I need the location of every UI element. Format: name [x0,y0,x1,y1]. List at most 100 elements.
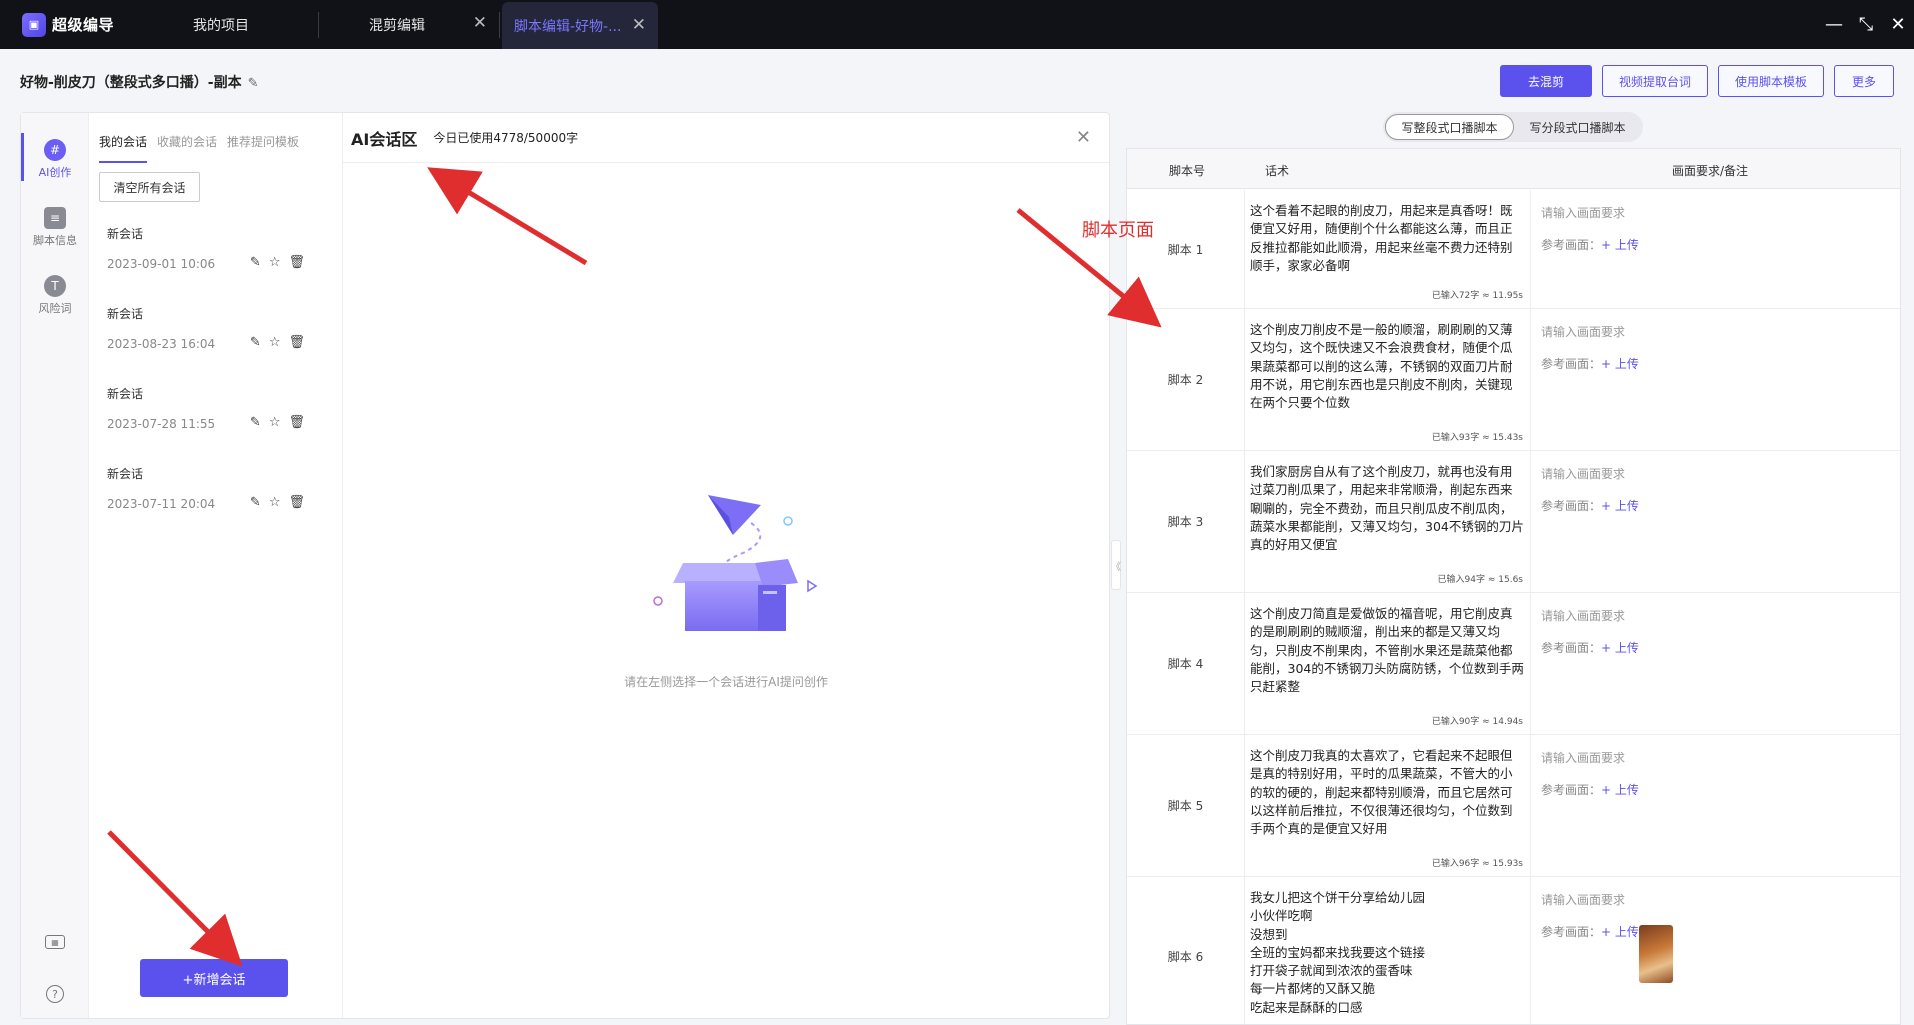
tab-script-edit[interactable]: 脚本编辑-好物-... ✕ [502,2,658,49]
reference-row: 参考画面：+ 上传 [1541,236,1639,253]
sidebar-item-label: AI创作 [38,166,72,179]
more-button[interactable]: 更多 [1834,65,1894,97]
star-icon[interactable]: ☆ [269,415,281,430]
sidebar-item-info[interactable]: ≡ 脚本信息 [21,207,89,248]
tab-favorite-conversations[interactable]: 收藏的会话 [157,133,217,163]
reference-row: 参考画面：+ 上传 [1541,781,1639,798]
script-number: 脚本 4 [1127,593,1245,734]
close-window-icon[interactable]: ✕ [1882,14,1914,35]
star-icon[interactable]: ☆ [269,335,281,350]
trash-icon[interactable]: 🗑 [288,255,305,270]
go-mix-button[interactable]: 去混剪 [1500,65,1592,97]
script-text-cell[interactable]: 这个削皮刀简直是爱做饭的福音呢，用它削皮真的是刷刷刷的贼顺溜，削出来的都是又薄又… [1245,593,1531,734]
script-text: 这个削皮刀削皮不是一般的顺溜，刷刷刷的又薄又均匀，这个既快速又不会浪费食材，随便… [1250,322,1513,411]
clear-conversations-button[interactable]: 清空所有会话 [99,172,200,202]
keyboard-button[interactable]: ▦ [21,935,89,952]
table-row: 脚本 5 这个削皮刀我真的太喜欢了，它看起来不起眼但是真的特别好用，平时的瓜果蔬… [1127,735,1900,877]
scene-requirement-input[interactable]: 请输入画面要求 [1541,607,1625,624]
close-chat-icon[interactable]: ✕ [1076,127,1091,148]
conversation-title: 新会话 [107,227,144,241]
scene-requirement-input[interactable]: 请输入画面要求 [1541,323,1625,340]
reference-label: 参考画面： [1541,499,1602,513]
empty-hint: 请在左侧选择一个会话进行AI提问创作 [624,675,828,689]
scene-requirement-input[interactable]: 请输入画面要求 [1541,465,1625,482]
conversation-item[interactable]: 新会话 2023-08-23 16:04 ✎ ☆ 🗑 [107,305,317,351]
script-number: 脚本 5 [1127,735,1245,876]
conversation-item[interactable]: 新会话 2023-07-28 11:55 ✎ ☆ 🗑 [107,385,317,431]
empty-box-illustration [653,495,818,631]
script-text-cell[interactable]: 这个削皮刀我真的太喜欢了，它看起来不起眼但是真的特别好用，平时的瓜果蔬菜，不管大… [1245,735,1531,876]
script-text-cell[interactable]: 我女儿把这个饼干分享给幼儿园 小伙伴吃啊 没想到 全班的宝妈都来找我要这个链接 … [1245,877,1531,1024]
document-title-text: 好物-削皮刀（整段式多口播）-副本 [20,75,242,91]
upload-link[interactable]: + 上传 [1601,641,1639,655]
edit-title-icon[interactable]: ✎ [248,76,259,91]
sidebar-item-ai[interactable]: # AI创作 [21,133,89,181]
new-conversation-button[interactable]: +新增会话 [140,959,288,997]
script-text: 我女儿把这个饼干分享给幼儿园 小伙伴吃啊 没想到 全班的宝妈都来找我要这个链接 … [1250,890,1426,1015]
upload-link[interactable]: + 上传 [1601,238,1639,252]
script-text: 我们家厨房自从有了这个削皮刀，就再也没有用过菜刀削瓜果了，用起来非常顺滑，削起东… [1250,464,1524,553]
mode-whole-script[interactable]: 写整段式口播脚本 [1385,114,1514,140]
table-row: 脚本 6 我女儿把这个饼干分享给幼儿园 小伙伴吃啊 没想到 全班的宝妈都来找我要… [1127,877,1900,1024]
scene-requirement-input[interactable]: 请输入画面要求 [1541,749,1625,766]
tab-prompt-templates[interactable]: 推荐提问模板 [227,133,299,163]
reference-row: 参考画面：+ 上传 [1541,923,1639,940]
chat-area: AI会话区 今日已使用4778/50000字 ✕ 请在左侧选择一个会话进行AI提… [343,113,1111,1018]
header-speech: 话术 [1265,164,1290,178]
upload-link[interactable]: + 上传 [1601,925,1639,939]
conversation-date: 2023-07-11 20:04 [107,497,216,511]
edit-icon[interactable]: ✎ [250,415,261,430]
star-icon[interactable]: ☆ [269,255,281,270]
tab-my-projects[interactable]: 我的项目 [178,0,318,49]
restore-icon[interactable]: ⤡ [1850,14,1882,35]
script-text: 这个削皮刀简直是爱做饭的福音呢，用它削皮真的是刷刷刷的贼顺溜，削出来的都是又薄又… [1250,606,1524,695]
close-tab-icon[interactable]: ✕ [632,17,646,34]
chat-title: AI会话区 [351,129,418,149]
conversation-ops: ✎ ☆ 🗑 [250,255,305,270]
collapse-handle[interactable]: 《 [1111,540,1121,590]
script-number: 脚本 1 [1127,190,1245,308]
sidebar-item-risk[interactable]: T 风险词 [21,275,89,316]
reference-thumbnail[interactable] [1639,925,1673,983]
reference-label: 参考画面： [1541,238,1602,252]
chat-header: AI会话区 今日已使用4778/50000字 ✕ [343,113,1109,163]
app-name: 超级编导 [52,16,115,34]
script-text-cell[interactable]: 这个看着不起眼的削皮刀，用起来是真香呀！既便宜又好用，随便削个什么都能这么薄，而… [1245,190,1531,308]
note-cell: 请输入画面要求 参考画面：+ 上传 [1531,877,1900,1024]
table-header: 脚本号 话术 画面要求/备注 [1127,149,1900,189]
help-button[interactable]: ? [21,985,89,1006]
conversation-item[interactable]: 新会话 2023-09-01 10:06 ✎ ☆ 🗑 [107,225,317,271]
trash-icon[interactable]: 🗑 [288,415,305,430]
script-number: 脚本 6 [1127,877,1245,1024]
keyboard-icon: ▦ [45,935,65,949]
upload-link[interactable]: + 上传 [1601,499,1639,513]
trash-icon[interactable]: 🗑 [288,495,305,510]
close-tab-icon[interactable]: ✕ [473,15,487,32]
tab-label: 我的项目 [193,17,249,34]
tab-mix-edit[interactable]: 混剪编辑 ✕ [319,0,499,49]
note-cell: 请输入画面要求 参考画面：+ 上传 [1531,735,1900,876]
star-icon[interactable]: ☆ [269,495,281,510]
edit-icon[interactable]: ✎ [250,495,261,510]
reference-label: 参考画面： [1541,925,1602,939]
window-controls: — ⤡ ✕ [1818,0,1914,49]
scene-requirement-input[interactable]: 请输入画面要求 [1541,891,1625,908]
scene-requirement-input[interactable]: 请输入画面要求 [1541,204,1625,221]
use-template-button[interactable]: 使用脚本模板 [1718,65,1824,97]
conversation-date: 2023-07-28 11:55 [107,417,216,431]
extract-lines-button[interactable]: 视频提取台词 [1602,65,1708,97]
script-text-cell[interactable]: 这个削皮刀削皮不是一般的顺溜，刷刷刷的又薄又均匀，这个既快速又不会浪费食材，随便… [1245,309,1531,450]
minimize-icon[interactable]: — [1818,14,1850,35]
edit-icon[interactable]: ✎ [250,255,261,270]
script-text-cell[interactable]: 我们家厨房自从有了这个削皮刀，就再也没有用过菜刀削瓜果了，用起来非常顺滑，削起东… [1245,451,1531,592]
note-cell: 请输入画面要求 参考画面：+ 上传 [1531,593,1900,734]
reference-label: 参考画面： [1541,641,1602,655]
note-cell: 请输入画面要求 参考画面：+ 上传 [1531,451,1900,592]
upload-link[interactable]: + 上传 [1601,783,1639,797]
trash-icon[interactable]: 🗑 [288,335,305,350]
conversation-item[interactable]: 新会话 2023-07-11 20:04 ✎ ☆ 🗑 [107,465,317,511]
edit-icon[interactable]: ✎ [250,335,261,350]
mode-split-script[interactable]: 写分段式口播脚本 [1514,114,1641,140]
tab-my-conversations[interactable]: 我的会话 [99,133,148,163]
upload-link[interactable]: + 上传 [1601,357,1639,371]
